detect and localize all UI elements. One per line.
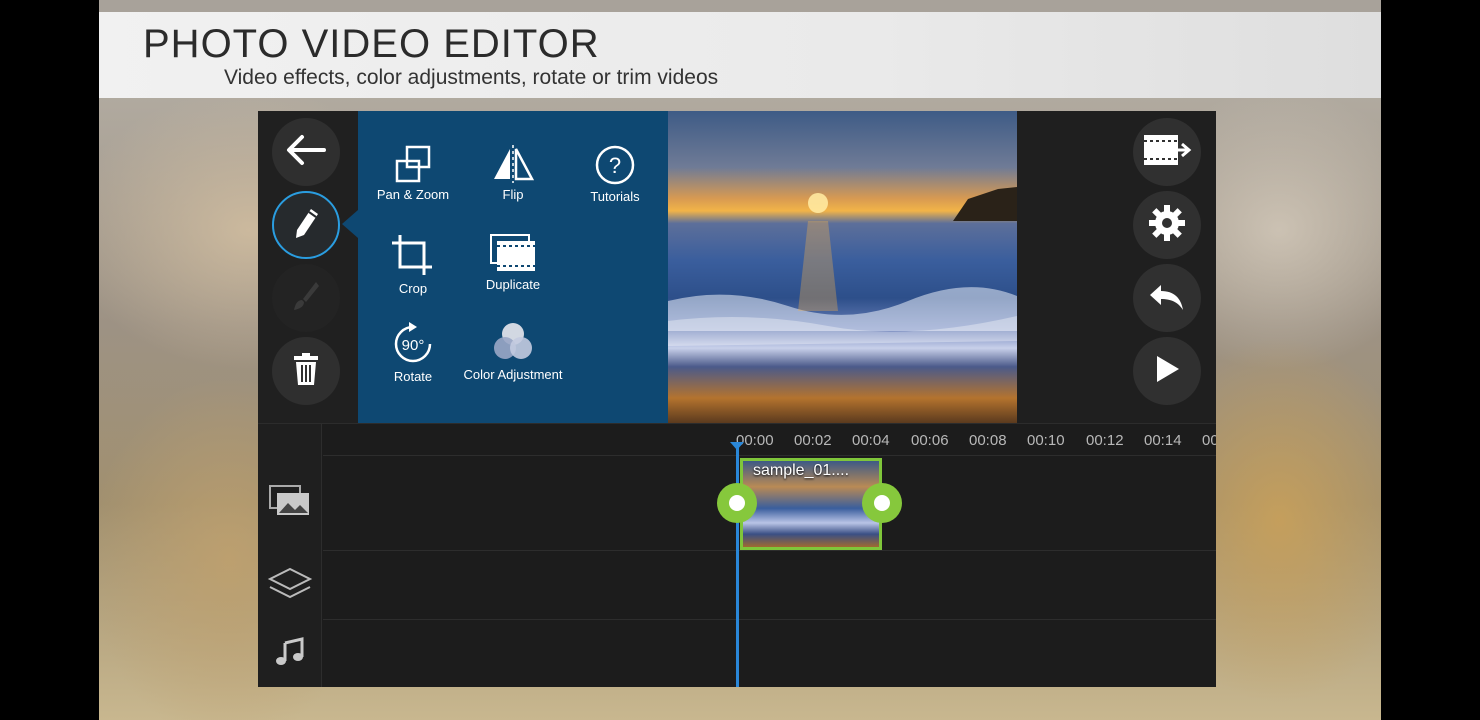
play-icon (1152, 353, 1182, 390)
flip-tool[interactable]: Flip (458, 145, 568, 225)
time-ruler[interactable]: 00:00 00:02 00:04 00:06 00:08 00:10 00:1… (323, 424, 1216, 456)
editor-app: Pan & Zoom Flip ? Tutorials Crop Duplica… (258, 111, 1216, 687)
delete-button[interactable] (272, 337, 340, 405)
settings-gear-icon (1147, 203, 1187, 248)
flip-icon (458, 145, 568, 183)
play-button[interactable] (1133, 337, 1201, 405)
pan-zoom-label: Pan & Zoom (376, 187, 450, 202)
active-pointer (342, 210, 358, 238)
layers-icon (267, 566, 313, 605)
video-preview[interactable] (668, 111, 1017, 423)
rotate-icon: 90° (358, 321, 468, 365)
rotate-tool[interactable]: 90° Rotate (358, 321, 468, 401)
banner-title: PHOTO VIDEO EDITOR (143, 22, 600, 66)
video-clip[interactable]: sample_01.... (740, 458, 882, 550)
music-icon (275, 636, 305, 672)
tutorials-tool[interactable]: ? Tutorials (560, 145, 670, 225)
tick-label: 00:14 (1144, 432, 1182, 449)
tutorials-label: Tutorials (590, 189, 640, 204)
top-strip (99, 0, 1381, 12)
tick-label: 00:12 (1086, 432, 1124, 449)
tick-label: 00:06 (911, 432, 949, 449)
export-button[interactable] (1133, 118, 1201, 186)
pencil-icon (291, 206, 321, 245)
color-adjustment-icon (458, 321, 568, 363)
svg-text:?: ? (609, 153, 621, 178)
rotate-label: Rotate (393, 369, 433, 384)
tick-label: 00:10 (1027, 432, 1065, 449)
color-adjustment-label: Color Adjustment (463, 367, 563, 382)
pan-zoom-icon (358, 145, 468, 183)
brush-icon (291, 279, 321, 318)
media-track-header[interactable] (258, 456, 322, 550)
flip-label: Flip (502, 187, 524, 202)
crop-icon (358, 233, 468, 277)
promo-banner: PHOTO VIDEO EDITOR Video effects, color … (99, 12, 1381, 98)
music-track-header[interactable] (258, 620, 322, 687)
screenshot-stage: PHOTO VIDEO EDITOR Video effects, color … (99, 0, 1381, 720)
clip-trim-start-handle[interactable] (717, 483, 757, 523)
track-divider (323, 619, 1216, 620)
help-icon: ? (560, 145, 670, 185)
export-video-icon (1142, 132, 1192, 173)
edit-tools-panel: Pan & Zoom Flip ? Tutorials Crop Duplica… (358, 111, 668, 423)
pan-zoom-tool[interactable]: Pan & Zoom (358, 145, 468, 225)
edit-button[interactable] (272, 191, 340, 259)
trash-icon (292, 352, 320, 391)
track-divider (323, 550, 1216, 551)
undo-button[interactable] (1133, 264, 1201, 332)
crop-label: Crop (398, 281, 428, 296)
crop-tool[interactable]: Crop (358, 233, 468, 313)
track-labels (258, 424, 322, 687)
duplicate-tool[interactable]: Duplicate (458, 233, 568, 313)
tick-label: 00:04 (852, 432, 890, 449)
clip-label: sample_01.... (753, 462, 850, 479)
sunset-image (668, 187, 1017, 346)
media-track-icon (269, 484, 311, 522)
back-button[interactable] (272, 118, 340, 186)
left-toolbar (258, 111, 358, 423)
duplicate-label: Duplicate (485, 277, 541, 292)
clip-trim-end-handle[interactable] (862, 483, 902, 523)
back-arrow-icon (284, 133, 328, 172)
tick-label: 00:02 (794, 432, 832, 449)
color-adjustment-tool[interactable]: Color Adjustment (458, 321, 568, 401)
layers-track-header[interactable] (258, 551, 322, 619)
settings-button[interactable] (1133, 191, 1201, 259)
tick-label: 00:08 (969, 432, 1007, 449)
effects-button[interactable] (272, 264, 340, 332)
duplicate-icon (458, 233, 568, 273)
timeline: 00:00 00:02 00:04 00:06 00:08 00:10 00:1… (258, 423, 1216, 687)
right-toolbar (1017, 111, 1216, 423)
undo-icon (1147, 279, 1187, 318)
rotate-badge: 90° (402, 337, 425, 354)
tick-label: 00 (1202, 432, 1216, 449)
banner-subtitle: Video effects, color adjustments, rotate… (224, 66, 719, 89)
